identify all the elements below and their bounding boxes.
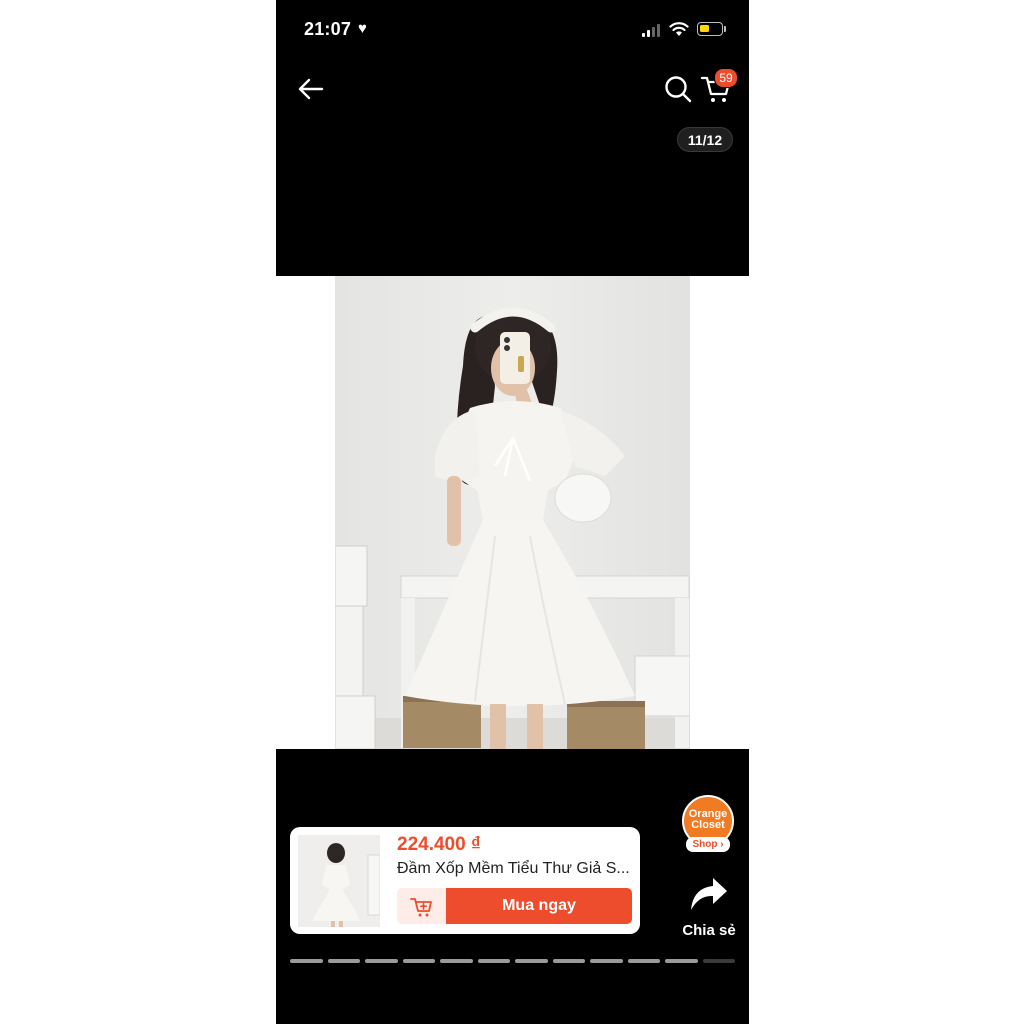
cart-count-badge: 59 [714,68,738,88]
product-thumbnail [298,835,380,927]
add-to-cart-icon [410,898,432,917]
pager-segment [627,959,660,963]
wifi-icon [669,22,689,36]
product-image-area[interactable] [276,276,749,749]
pager-segment [365,959,398,963]
add-to-cart-button[interactable] [397,888,447,924]
pager-segment [290,959,323,963]
search-icon[interactable] [664,75,692,103]
buy-now-button[interactable]: Mua ngay [446,888,632,924]
product-card[interactable]: 224.400 ₫ Đầm Xốp Mềm Tiểu Thư Giả S... … [290,827,640,934]
signal-icon [642,24,662,37]
pager-segment [665,959,698,963]
image-pager [290,959,735,963]
shop-tag: Shop › [686,837,730,852]
product-price: 224.400 ₫ [397,834,481,855]
share-arrow-icon [691,878,727,910]
product-title: Đầm Xốp Mềm Tiểu Thư Giả S... [397,860,630,877]
pager-segment [515,959,548,963]
shop-logo-button[interactable]: Orange Closet Shop › [680,795,736,855]
status-bar: 21:07 ♥ [276,0,749,60]
battery-icon [697,22,723,36]
shop-name-line2: Closet [691,819,725,831]
share-label: Chia sẻ [682,922,736,939]
heart-icon: ♥ [358,20,367,37]
pager-segment [702,959,735,963]
pager-segment [440,959,473,963]
pager-segment [402,959,435,963]
phone-screen: 21:07 ♥ 59 11/12 Orange Closet Shop › 22… [276,0,749,1024]
pager-segment [327,959,360,963]
battery-cap [724,26,726,32]
product-photo [335,276,690,749]
share-button[interactable]: Chia sẻ [678,876,740,942]
status-time: 21:07 [304,19,352,39]
back-arrow-icon[interactable] [296,74,326,104]
pager-segment [590,959,623,963]
pager-segment [477,959,510,963]
pager-segment [552,959,585,963]
image-counter: 11/12 [677,127,733,152]
